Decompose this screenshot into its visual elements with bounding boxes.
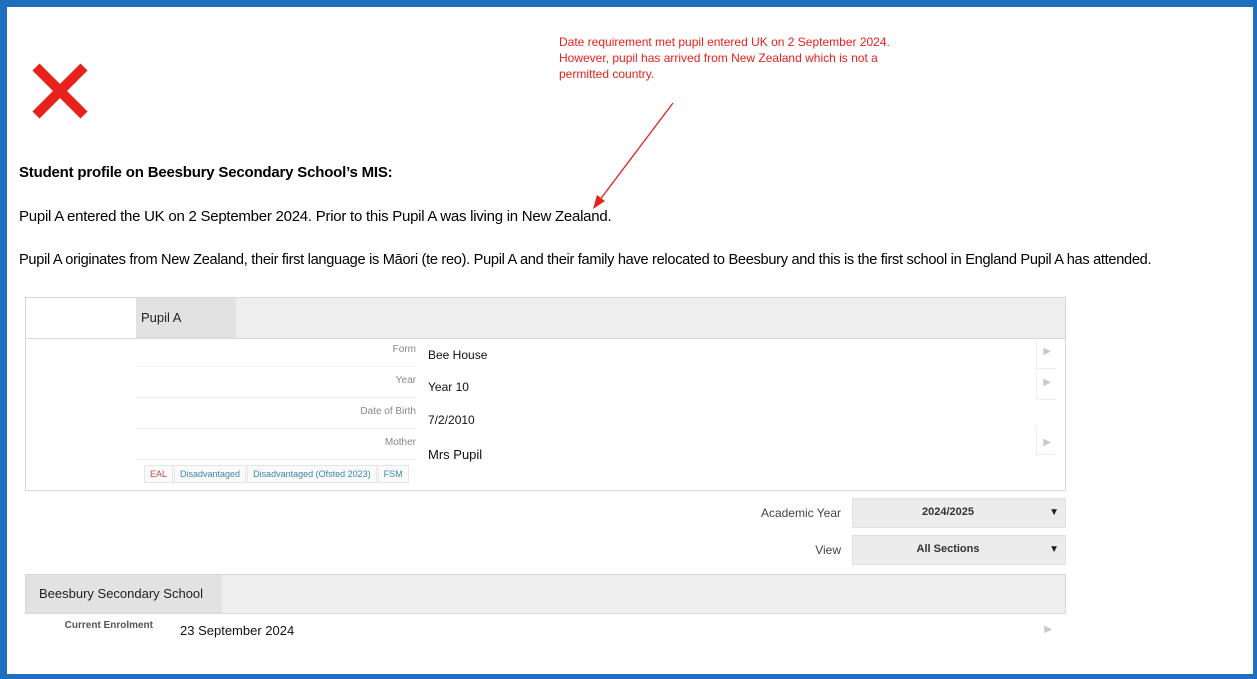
caret-down-icon[interactable]: ▼ bbox=[1049, 544, 1059, 555]
chevron-right-icon[interactable]: ▶ bbox=[1043, 437, 1051, 448]
chevron-right-icon[interactable]: ▶ bbox=[1044, 624, 1052, 635]
view-select[interactable]: All Sections ▼ bbox=[852, 535, 1066, 565]
tag-eal[interactable]: EAL bbox=[144, 465, 174, 483]
school-header: Beesbury Secondary School bbox=[25, 574, 1066, 614]
pupil-tags: EAL Disadvantaged Disadvantaged (Ofsted 20… bbox=[144, 464, 410, 486]
tag-fsm[interactable]: FSM bbox=[377, 465, 409, 483]
field-row-dob: Date of Birth 7/2/2010 bbox=[136, 406, 1065, 436]
field-row-form[interactable]: Form Bee House ▶ bbox=[136, 340, 1065, 374]
field-label: Mother bbox=[136, 437, 416, 460]
field-label: Date of Birth bbox=[136, 406, 416, 429]
annotation-line: However, pupil has arrived from New Zeal… bbox=[559, 51, 878, 65]
tag-disadvantaged[interactable]: Disadvantaged bbox=[174, 465, 247, 483]
school-panel: Beesbury Secondary School Current Enrolm… bbox=[25, 574, 1066, 646]
view-value: All Sections bbox=[916, 543, 980, 555]
field-row-year[interactable]: Year Year 10 ▶ bbox=[136, 371, 1065, 405]
document-frame: Date requirement met pupil entered UK on… bbox=[0, 0, 1257, 679]
tag-disadvantaged-ofsted[interactable]: Disadvantaged (Ofsted 2023) bbox=[247, 465, 377, 483]
caret-down-icon[interactable]: ▼ bbox=[1049, 507, 1059, 518]
chevron-right-icon[interactable]: ▶ bbox=[1043, 377, 1051, 388]
academic-year-select[interactable]: 2024/2025 ▼ bbox=[852, 498, 1066, 528]
paragraph-arrival: Pupil A entered the UK on 2 September 20… bbox=[19, 208, 612, 225]
annotation-arrow-icon bbox=[593, 102, 674, 209]
annotation-note: Date requirement met pupil entered UK on… bbox=[559, 34, 904, 82]
field-value-dob: 7/2/2010 bbox=[428, 413, 475, 427]
academic-year-label: Academic Year bbox=[760, 506, 841, 520]
paragraph-origin: Pupil A originates from New Zealand, the… bbox=[19, 252, 1152, 268]
field-label: Form bbox=[136, 344, 416, 367]
field-value-mother: Mrs Pupil bbox=[428, 447, 483, 462]
annotation-line: permitted country. bbox=[559, 67, 655, 81]
profile-side-column bbox=[26, 298, 137, 338]
annotation-line: Date requirement met pupil entered UK on… bbox=[559, 35, 890, 49]
view-label: View bbox=[815, 543, 841, 557]
enrolment-label: Current Enrolment bbox=[64, 620, 153, 631]
field-row-mother[interactable]: Mother Mrs Pupil ▶ bbox=[136, 426, 1065, 467]
pupil-name: Pupil A bbox=[141, 310, 182, 325]
chevron-right-icon[interactable]: ▶ bbox=[1043, 346, 1051, 357]
cross-icon bbox=[32, 63, 88, 119]
field-value-form: Bee House bbox=[428, 348, 488, 362]
enrolment-value: 23 September 2024 bbox=[180, 623, 295, 638]
field-label: Year bbox=[136, 375, 416, 398]
academic-year-value: 2024/2025 bbox=[922, 506, 974, 518]
profile-header: Pupil A bbox=[26, 298, 1065, 339]
section-heading: Student profile on Beesbury Secondary Sc… bbox=[19, 164, 393, 181]
field-value-year: Year 10 bbox=[428, 380, 469, 394]
student-profile-panel: Pupil A Form Bee House ▶ Year Year 10 ▶ … bbox=[25, 297, 1066, 491]
school-name: Beesbury Secondary School bbox=[39, 586, 204, 601]
